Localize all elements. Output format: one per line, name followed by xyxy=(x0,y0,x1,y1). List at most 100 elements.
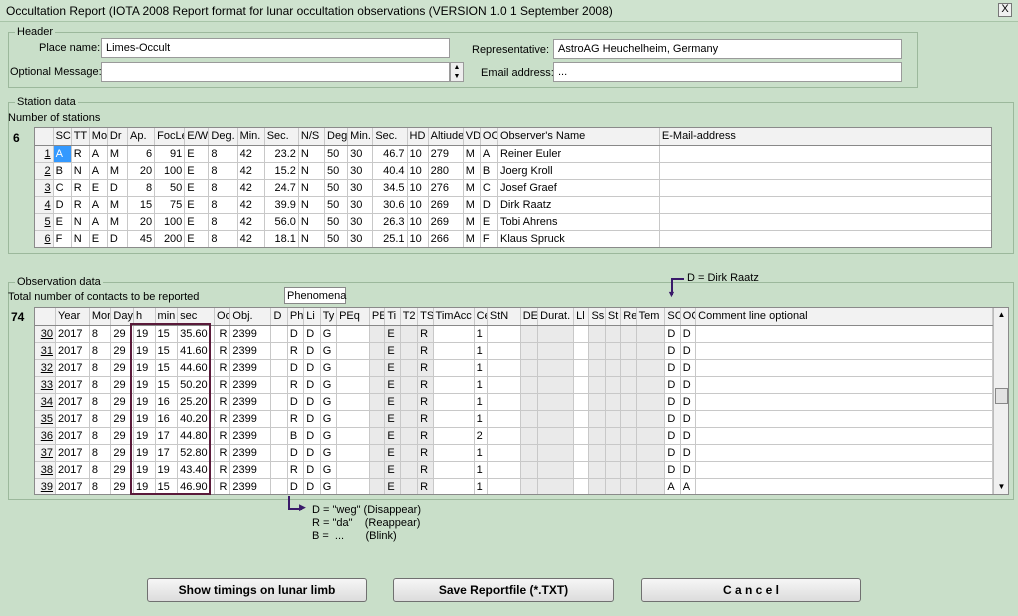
observation-cell[interactable] xyxy=(573,427,590,445)
observation-cell[interactable]: R xyxy=(214,427,231,445)
scroll-down-icon[interactable]: ▼ xyxy=(994,480,1008,494)
station-cell[interactable]: 39.9 xyxy=(264,196,299,214)
observation-cell[interactable] xyxy=(270,461,288,479)
observation-cell[interactable] xyxy=(520,342,539,360)
observation-column-header[interactable]: Comment line optional xyxy=(695,308,993,326)
observation-row-number[interactable]: 39 xyxy=(35,478,57,494)
station-cell[interactable]: 10 xyxy=(407,145,429,163)
station-cell[interactable]: E xyxy=(184,230,210,247)
observation-cell[interactable] xyxy=(520,376,539,394)
observation-cell[interactable] xyxy=(369,393,386,411)
observation-cell[interactable] xyxy=(695,342,993,360)
observation-row-number[interactable]: 30 xyxy=(35,325,57,343)
observation-cell[interactable]: 29 xyxy=(110,410,134,428)
observation-cell[interactable]: E xyxy=(384,393,401,411)
observation-cell[interactable] xyxy=(620,359,637,377)
observation-cell[interactable] xyxy=(433,359,475,377)
observation-cell[interactable]: 1 xyxy=(474,325,488,343)
station-cell[interactable]: B xyxy=(480,162,498,180)
observation-cell[interactable]: 29 xyxy=(110,325,134,343)
station-cell[interactable]: N xyxy=(298,230,326,247)
close-button[interactable]: X xyxy=(998,3,1012,17)
observation-row[interactable]: 37 2017 8 29 19 17 52.80 R 2399 D D G E R 1 D D xyxy=(35,444,993,462)
observation-cell[interactable] xyxy=(487,410,521,428)
observation-cell[interactable] xyxy=(636,325,666,343)
observation-cell[interactable] xyxy=(270,410,288,428)
observation-cell[interactable]: 2017 xyxy=(55,325,90,343)
observation-cell[interactable] xyxy=(695,393,993,411)
station-cell[interactable]: D xyxy=(107,230,128,247)
station-cell[interactable]: 8 xyxy=(127,179,156,197)
station-column-header[interactable]: Min. xyxy=(347,128,374,146)
observation-cell[interactable] xyxy=(620,410,637,428)
station-cell[interactable]: 91 xyxy=(154,145,186,163)
observation-cell[interactable] xyxy=(520,444,539,462)
station-cell[interactable]: M xyxy=(107,162,128,180)
observation-column-header[interactable]: PE xyxy=(369,308,386,326)
observation-cell[interactable] xyxy=(400,393,419,411)
observation-cell[interactable] xyxy=(336,325,370,343)
observation-cell[interactable]: 19 xyxy=(133,410,156,428)
observation-cell[interactable] xyxy=(487,427,521,445)
observation-cell[interactable] xyxy=(369,461,386,479)
station-cell[interactable]: 8 xyxy=(208,162,238,180)
station-cell[interactable]: A xyxy=(89,162,108,180)
observation-cell[interactable] xyxy=(573,342,590,360)
observation-cell[interactable] xyxy=(537,478,575,494)
observation-cell[interactable]: R xyxy=(214,461,231,479)
station-column-header[interactable]: Min. xyxy=(237,128,265,146)
observation-cell[interactable] xyxy=(369,427,386,445)
observation-cell[interactable]: D xyxy=(664,342,681,360)
observation-cell[interactable]: 8 xyxy=(89,478,112,494)
station-cell[interactable]: 280 xyxy=(428,162,464,180)
observation-cell[interactable]: R xyxy=(214,359,231,377)
station-cell[interactable]: 30.6 xyxy=(372,196,408,214)
observation-cell[interactable]: G xyxy=(320,325,338,343)
observation-cell[interactable]: D xyxy=(680,410,697,428)
observation-cell[interactable] xyxy=(636,444,666,462)
observation-cell[interactable]: D xyxy=(303,444,321,462)
observation-cell[interactable] xyxy=(336,393,370,411)
observation-cell[interactable]: D xyxy=(680,325,697,343)
observation-cell[interactable] xyxy=(270,376,288,394)
observation-cell[interactable] xyxy=(487,444,521,462)
observation-cell[interactable]: D xyxy=(664,325,681,343)
observation-cell[interactable] xyxy=(369,325,386,343)
observation-cell[interactable]: R xyxy=(287,410,305,428)
observation-column-header[interactable]: PEq xyxy=(336,308,370,326)
station-cell[interactable]: E xyxy=(184,213,210,231)
observation-cell[interactable] xyxy=(537,376,575,394)
station-cell[interactable]: N xyxy=(71,213,90,231)
observation-cell[interactable]: 8 xyxy=(89,410,112,428)
station-column-header[interactable]: Sec. xyxy=(372,128,408,146)
observation-cell[interactable]: A xyxy=(680,478,697,494)
observation-cell[interactable] xyxy=(588,376,606,394)
observation-cell[interactable] xyxy=(695,461,993,479)
station-row[interactable]: 6 F N E D 45 200 E 8 42 18.1 N 50 30 25.1 10 266 M F Klaus … xyxy=(35,230,991,247)
observation-cell[interactable]: G xyxy=(320,478,338,494)
station-cell[interactable] xyxy=(659,162,991,180)
observation-cell[interactable]: E xyxy=(384,325,401,343)
station-cell[interactable]: 30 xyxy=(347,213,374,231)
observation-cell[interactable]: 1 xyxy=(474,359,488,377)
observation-cell[interactable]: D xyxy=(664,376,681,394)
station-row-number[interactable]: 4 xyxy=(35,196,54,214)
observation-cell[interactable] xyxy=(605,478,622,494)
observation-column-header[interactable]: Durat. xyxy=(537,308,575,326)
observation-cell[interactable]: R xyxy=(417,393,434,411)
observation-cell[interactable] xyxy=(620,393,637,411)
station-cell[interactable]: 56.0 xyxy=(264,213,299,231)
observation-cell[interactable] xyxy=(336,461,370,479)
station-cell[interactable]: N xyxy=(298,196,326,214)
observation-cell[interactable] xyxy=(520,410,539,428)
observation-cell[interactable] xyxy=(400,342,419,360)
observation-cell[interactable] xyxy=(369,342,386,360)
observation-cell[interactable] xyxy=(537,359,575,377)
observation-cell[interactable] xyxy=(270,342,288,360)
station-cell[interactable]: 30 xyxy=(347,162,374,180)
observation-cell[interactable]: 8 xyxy=(89,427,112,445)
station-cell[interactable]: Joerg Kroll xyxy=(497,162,660,180)
observation-cell[interactable] xyxy=(336,444,370,462)
observation-column-header[interactable]: sec xyxy=(177,308,216,326)
station-cell[interactable]: N xyxy=(298,179,326,197)
